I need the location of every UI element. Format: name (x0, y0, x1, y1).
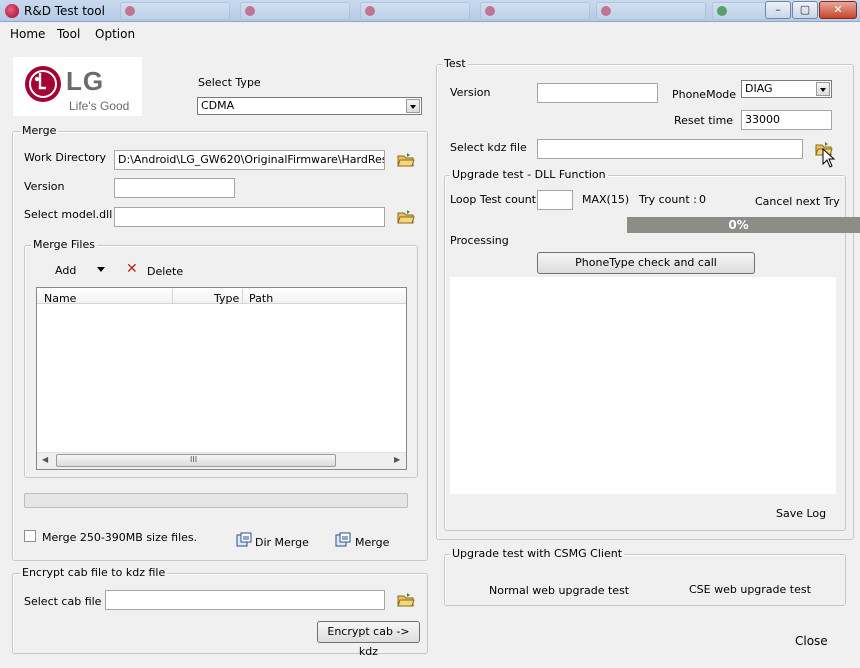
merge-group-title: Merge (20, 124, 59, 137)
chevron-down-icon[interactable] (816, 82, 830, 96)
select-kdz-field[interactable] (537, 139, 803, 159)
merge-button[interactable]: Merge (355, 536, 389, 549)
background-tab-5 (596, 2, 706, 20)
background-tab-4 (480, 2, 590, 20)
merge-files-title: Merge Files (31, 238, 97, 251)
dir-merge-icon[interactable] (236, 532, 252, 551)
window-close-button[interactable]: ✕ (819, 1, 857, 19)
maximize-button[interactable]: ▢ (792, 1, 818, 19)
select-model-field[interactable] (114, 207, 385, 227)
dir-merge-button[interactable]: Dir Merge (255, 536, 309, 549)
column-divider (172, 289, 173, 303)
try-count-label: Try count : (639, 193, 697, 206)
phonemode-value: DIAG (745, 82, 773, 95)
merge-progress-bar (24, 493, 408, 508)
merge-files-list[interactable] (36, 287, 407, 470)
select-cab-field[interactable] (105, 590, 385, 610)
encrypt-cab-button[interactable]: Encrypt cab -> kdz (317, 621, 420, 658)
select-cab-label: Select cab file (24, 595, 102, 608)
column-type[interactable]: Type (214, 292, 239, 305)
test-version-field[interactable] (537, 83, 658, 103)
try-count-value: 0 (699, 193, 706, 206)
select-type-dropdown[interactable]: CDMA (197, 97, 422, 115)
add-dropdown-icon[interactable] (97, 267, 105, 272)
test-group-title: Test (442, 57, 468, 70)
menu-home[interactable]: Home (10, 27, 45, 41)
column-path[interactable]: Path (249, 292, 273, 305)
merge-icon[interactable] (335, 532, 351, 551)
save-log-button[interactable]: Save Log (776, 507, 826, 520)
select-type-value: CDMA (201, 99, 235, 112)
scrollbar-grip: III (190, 455, 198, 464)
loop-test-field[interactable] (537, 190, 573, 210)
column-divider (242, 289, 243, 303)
reset-time-field[interactable]: 33000 (741, 110, 832, 130)
background-tab-6 (712, 2, 772, 20)
menu-tool[interactable]: Tool (57, 27, 80, 41)
lg-tagline: Life's Good (69, 99, 130, 113)
normal-web-upgrade-button[interactable]: Normal web upgrade test (489, 584, 629, 597)
select-model-label: Select model.dll (24, 208, 113, 221)
upgrade-csmg-title: Upgrade test with CSMG Client (450, 547, 625, 560)
processing-label: Processing (450, 234, 509, 247)
open-folder-icon[interactable] (397, 152, 415, 171)
select-kdz-label: Select kdz file (450, 141, 527, 154)
merge-size-label: Merge 250-390MB size files. (42, 531, 198, 544)
lg-logo: LG Life's Good (13, 57, 142, 116)
phonemode-label: PhoneMode (672, 88, 737, 101)
upgrade-csmg-group (444, 554, 846, 606)
merge-version-field[interactable] (114, 178, 235, 198)
open-folder-icon[interactable] (397, 209, 415, 228)
log-panel[interactable] (450, 277, 836, 494)
upgrade-dll-title: Upgrade test - DLL Function (450, 168, 608, 181)
max-label: MAX(15) (582, 193, 630, 206)
work-directory-label: Work Directory (24, 151, 107, 164)
delete-button[interactable]: Delete (147, 265, 183, 278)
phonetype-check-button[interactable]: PhoneType check and call Startupgrade (537, 252, 755, 289)
upgrade-progress-text: 0% (728, 218, 749, 232)
minimize-button[interactable]: – (765, 1, 791, 19)
window-title: R&D Test tool (24, 4, 105, 18)
loop-test-label: Loop Test count (450, 193, 537, 206)
scroll-left-icon[interactable]: ◀ (42, 455, 48, 464)
merge-version-label: Version (24, 180, 65, 193)
encrypt-group-title: Encrypt cab file to kdz file (20, 566, 168, 579)
close-button[interactable]: Close (795, 635, 828, 648)
mouse-cursor-icon (822, 147, 836, 171)
app-icon (5, 4, 19, 18)
background-tab-3 (360, 2, 470, 20)
delete-icon[interactable]: ✕ (126, 262, 138, 276)
cancel-next-try-checkbox[interactable]: Cancel next Try (755, 195, 840, 208)
cse-web-upgrade-button[interactable]: CSE web upgrade test (689, 583, 811, 596)
test-version-label: Version (450, 86, 491, 99)
add-button[interactable]: Add (55, 264, 76, 277)
menu-option[interactable]: Option (95, 27, 135, 41)
phonemode-dropdown[interactable]: DIAG (741, 80, 832, 98)
background-tab-2 (240, 2, 350, 20)
chevron-down-icon[interactable] (406, 99, 420, 113)
select-type-label: Select Type (198, 76, 261, 89)
merge-size-checkbox[interactable] (24, 530, 36, 542)
background-tab-1 (120, 2, 230, 20)
work-directory-field[interactable]: D:\Android\LG_GW620\OriginalFirmware\Har… (114, 150, 385, 170)
open-folder-icon[interactable] (397, 592, 415, 611)
scroll-right-icon[interactable]: ▶ (394, 455, 400, 464)
reset-time-label: Reset time (674, 114, 734, 127)
column-name[interactable]: Name (44, 292, 76, 305)
lg-brand-text: LG (66, 66, 105, 96)
